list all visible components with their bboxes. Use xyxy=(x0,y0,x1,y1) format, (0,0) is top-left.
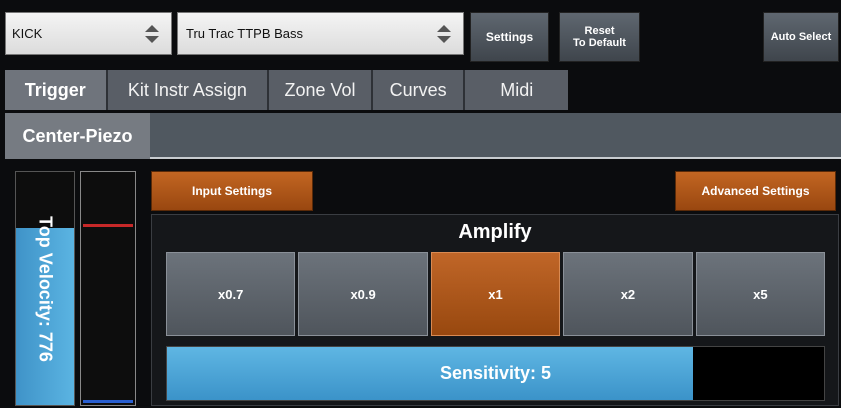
input-level-meter xyxy=(80,171,136,406)
amplify-options: x0.7 x0.9 x1 x2 x5 xyxy=(166,252,826,336)
tab-midi[interactable]: Midi xyxy=(465,70,568,110)
tab-label: Curves xyxy=(389,79,447,100)
up-down-arrows-icon xyxy=(433,23,455,45)
tab-bar: Trigger Kit Instr Assign Zone Vol Curves… xyxy=(5,70,568,110)
amplify-option-x0-9[interactable]: x0.9 xyxy=(298,252,428,336)
tab-center-piezo[interactable]: Center-Piezo xyxy=(5,113,150,159)
amplify-option-label: x2 xyxy=(620,286,636,302)
instrument-select-value: KICK xyxy=(12,26,43,41)
amplify-option-label: x0.9 xyxy=(350,286,376,302)
peak-marker xyxy=(83,224,133,227)
reset-button-line2: To Default xyxy=(573,37,626,49)
input-settings-label: Input Settings xyxy=(192,184,272,198)
level-floor-marker xyxy=(83,400,133,403)
reset-to-default-button[interactable]: Reset To Default xyxy=(559,12,640,62)
tab-curves[interactable]: Curves xyxy=(372,70,466,110)
amplify-option-x2[interactable]: x2 xyxy=(563,252,693,336)
top-velocity-label: Top Velocity: 776 xyxy=(35,215,56,362)
input-settings-button[interactable]: Input Settings xyxy=(151,171,313,211)
amplify-option-x5[interactable]: x5 xyxy=(695,252,826,336)
tab-zone-vol[interactable]: Zone Vol xyxy=(269,70,373,110)
up-down-arrows-icon xyxy=(141,23,163,45)
kit-select-value: Tru Trac TTPB Bass xyxy=(186,26,304,41)
auto-select-button-label: Auto Select xyxy=(770,31,832,43)
reset-button-line1: Reset xyxy=(584,25,615,37)
amplify-title: Amplify xyxy=(458,221,532,243)
amplify-option-x0-7[interactable]: x0.7 xyxy=(166,252,296,336)
tab-label: Trigger xyxy=(24,79,86,100)
settings-button-label: Settings xyxy=(485,30,534,44)
amplify-option-x1[interactable]: x1 xyxy=(430,252,561,336)
amplify-option-label: x1 xyxy=(488,286,503,302)
sensitivity-slider[interactable]: Sensitivity: 5 xyxy=(166,346,825,401)
advanced-settings-label: Advanced Settings xyxy=(701,184,810,198)
tab-label: Midi xyxy=(500,79,534,100)
top-velocity-meter: Top Velocity: 776 xyxy=(15,171,75,406)
instrument-select[interactable]: KICK xyxy=(5,12,172,55)
amplify-option-label: x0.7 xyxy=(218,286,244,302)
tab-label: Zone Vol xyxy=(284,79,356,100)
zone-bar-underline xyxy=(150,157,841,159)
sensitivity-label: Sensitivity: 5 xyxy=(439,363,552,383)
tab-trigger[interactable]: Trigger xyxy=(5,70,108,110)
advanced-settings-button[interactable]: Advanced Settings xyxy=(675,171,836,211)
settings-button[interactable]: Settings xyxy=(470,12,549,62)
auto-select-button[interactable]: Auto Select xyxy=(763,12,839,62)
amplify-option-label: x5 xyxy=(753,286,768,302)
kit-select[interactable]: Tru Trac TTPB Bass xyxy=(177,12,464,55)
tab-kit-instr-assign[interactable]: Kit Instr Assign xyxy=(107,70,270,110)
zone-tab-label: Center-Piezo xyxy=(22,125,133,146)
tab-label: Kit Instr Assign xyxy=(127,79,247,100)
